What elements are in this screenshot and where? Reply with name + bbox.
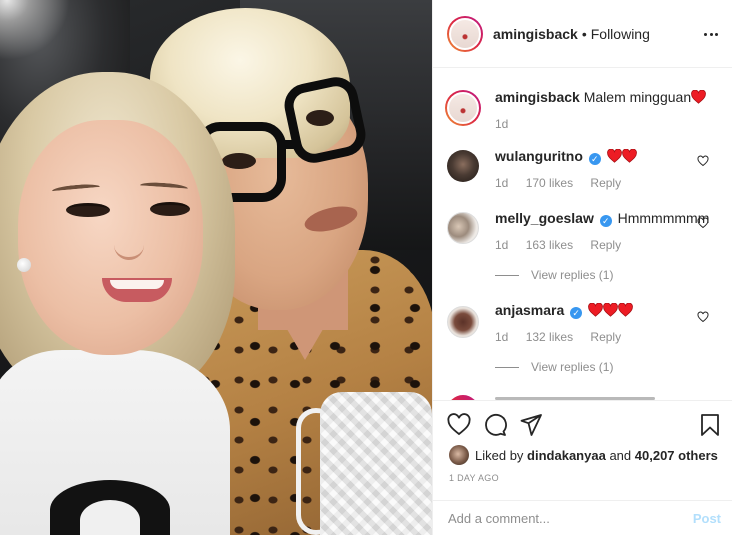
comment-text: Hmmmmmmm (617, 210, 710, 226)
share-icon[interactable] (519, 413, 543, 437)
add-comment-bar: Post (433, 500, 732, 535)
reply-button[interactable]: Reply (590, 330, 621, 344)
comment-time[interactable]: 1d (495, 176, 508, 190)
comment-time[interactable]: 1d (495, 330, 508, 344)
post-photo[interactable] (0, 0, 432, 535)
comment-username[interactable]: anjasmara (495, 302, 564, 318)
likes-middle: and (609, 447, 632, 463)
view-replies-label: View replies (1) (531, 360, 614, 374)
red-heart-emoji (588, 303, 603, 317)
comment-meta: 1d 170 likes Reply (495, 176, 635, 190)
caption-meta: 1d (495, 117, 522, 131)
comment-line: melly_goeslaw ✓ Hmmmmmmm (495, 209, 709, 227)
caption-avatar[interactable] (445, 90, 481, 126)
comments-list[interactable]: amingisback Malem mingguan 1d wulangurit… (433, 68, 732, 400)
likes-summary: Liked by dindakanyaa and 40,207 others (433, 442, 732, 468)
comment-line: anjasmara ✓ (495, 301, 633, 319)
caption-line: amingisback Malem mingguan (495, 88, 706, 106)
heart-icon[interactable] (447, 413, 471, 437)
commenter-avatar[interactable] (447, 212, 479, 244)
caption-text: Malem mingguan (583, 89, 692, 105)
red-heart-emoji (603, 303, 618, 317)
post-side-panel: amingisback • Following amingisback Male… (432, 0, 732, 535)
red-heart-emoji (606, 149, 622, 163)
view-replies-button[interactable]: View replies (1) (495, 360, 613, 374)
commenter-avatar[interactable] (447, 150, 479, 182)
reply-button[interactable]: Reply (590, 238, 621, 252)
view-replies-label: View replies (1) (531, 268, 614, 282)
commenter-avatar[interactable] (447, 306, 479, 338)
verified-badge-icon: ✓ (599, 215, 612, 227)
post-date[interactable]: 1 DAY AGO (449, 473, 499, 483)
bookmark-icon[interactable] (698, 413, 722, 437)
like-comment-heart-icon[interactable] (697, 155, 709, 167)
add-comment-input[interactable] (448, 510, 678, 526)
header-username[interactable]: amingisback (493, 26, 578, 42)
comment-meta: 1d 132 likes Reply (495, 330, 635, 344)
caption-username[interactable]: amingisback (495, 89, 580, 105)
more-options-icon[interactable] (701, 24, 721, 44)
following-button[interactable]: Following (591, 26, 650, 42)
avatar[interactable] (447, 15, 483, 52)
red-heart-emoji (691, 90, 706, 104)
like-comment-heart-icon[interactable] (697, 311, 709, 323)
likes-count[interactable]: 40,207 others (635, 448, 718, 463)
red-heart-emoji (621, 149, 637, 163)
comment-icon[interactable] (483, 413, 507, 437)
verified-badge-icon: ✓ (570, 307, 583, 319)
comment-likes[interactable]: 163 likes (526, 238, 573, 252)
comment-likes[interactable]: 170 likes (526, 176, 573, 190)
likes-prefix: Liked by (475, 447, 524, 463)
header-separator: • (581, 25, 587, 42)
liker-username[interactable]: dindakanyaa (527, 448, 606, 463)
liker-avatar[interactable] (449, 445, 469, 465)
post-actions-bar (433, 400, 732, 442)
reply-button[interactable]: Reply (590, 176, 621, 190)
post-comment-button[interactable]: Post (693, 511, 721, 526)
comment-line: wulanguritno ✓ (495, 147, 637, 165)
comment-time[interactable]: 1d (495, 238, 508, 252)
red-heart-emoji (618, 303, 633, 317)
post-header: amingisback • Following (433, 0, 732, 68)
verified-badge-icon: ✓ (588, 153, 601, 165)
comment-meta: 1d 163 likes Reply (495, 238, 635, 252)
comment-username[interactable]: melly_goeslaw (495, 210, 594, 226)
view-replies-button[interactable]: View replies (1) (495, 268, 613, 282)
comment-likes[interactable]: 132 likes (526, 330, 573, 344)
comment-username[interactable]: wulanguritno (495, 148, 583, 164)
like-comment-heart-icon[interactable] (697, 217, 709, 229)
caption-time[interactable]: 1d (495, 117, 508, 131)
